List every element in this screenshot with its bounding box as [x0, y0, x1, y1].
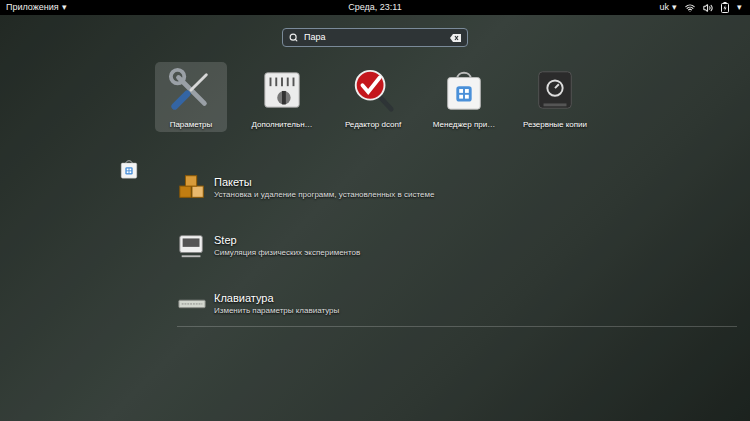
- result-separator: [177, 326, 737, 327]
- keyboard-layout[interactable]: uk▾: [659, 1, 677, 15]
- search-icon: [289, 33, 298, 42]
- result-title: Клавиатура: [214, 291, 339, 305]
- search-field[interactable]: Пара: [282, 28, 468, 47]
- result-row[interactable]: КлавиатураИзменить параметры клавиатуры: [177, 274, 737, 332]
- software-bag-icon: [441, 67, 487, 113]
- app-label: Резервные копии: [523, 119, 587, 131]
- safe-icon: [532, 67, 578, 113]
- app-tile[interactable]: Дополнительн…: [246, 62, 318, 132]
- packages-icon: [177, 172, 207, 202]
- dconf-editor-icon: [350, 67, 396, 113]
- result-description: Симуляция физических экспериментов: [214, 247, 360, 258]
- result-row[interactable]: ПакетыУстановка и удаление программ, уст…: [177, 158, 737, 216]
- desktop: Приложения▾Среда, 23:11 uk▾ ▾ Пара Параметры…: [0, 0, 750, 421]
- search-query: Пара: [304, 31, 444, 45]
- overview: Пара Параметры Дополнительн… Редактор dconf…: [0, 15, 750, 421]
- app-tile[interactable]: Менеджер при…: [428, 62, 500, 132]
- result-title: Пакеты: [214, 175, 434, 189]
- app-label: Менеджер при…: [433, 119, 495, 131]
- tweaks-icon: [259, 67, 305, 113]
- result-title: Step: [214, 233, 360, 247]
- keyboard-icon: [177, 288, 207, 318]
- result-row[interactable]: StepСимуляция физических экспериментов: [177, 216, 737, 274]
- app-tile[interactable]: Редактор dconf: [337, 62, 409, 132]
- app-label: Редактор dconf: [345, 119, 401, 131]
- volume-icon: [703, 3, 713, 13]
- clear-icon[interactable]: [450, 34, 461, 42]
- activities-button[interactable]: Приложения▾: [6, 1, 246, 15]
- wifi-icon: [685, 3, 695, 13]
- result-description: Установка и удаление программ, установле…: [214, 189, 434, 200]
- app-tile[interactable]: Резервные копии: [519, 62, 591, 132]
- software-bag-icon: [118, 158, 140, 180]
- app-tile[interactable]: Параметры: [155, 62, 227, 132]
- result-list: ПакетыУстановка и удаление программ, уст…: [177, 158, 737, 327]
- battery-icon: [721, 2, 729, 13]
- tools-icon: [168, 67, 214, 113]
- provider[interactable]: [118, 158, 142, 327]
- app-results: Параметры Дополнительн… Редактор dconf Мене…: [155, 62, 750, 132]
- step-icon: [177, 230, 207, 260]
- top-bar: Приложения▾Среда, 23:11 uk▾ ▾: [0, 0, 750, 15]
- system-menu-arrow[interactable]: ▾: [737, 1, 742, 15]
- result-description: Изменить параметры клавиатуры: [214, 305, 339, 316]
- app-label: Дополнительн…: [251, 119, 312, 131]
- status-area[interactable]: uk▾ ▾: [504, 1, 744, 15]
- app-label: Параметры: [170, 119, 213, 131]
- clock[interactable]: Среда, 23:11: [246, 1, 504, 15]
- provider-results: ПакетыУстановка и удаление программ, уст…: [118, 158, 750, 327]
